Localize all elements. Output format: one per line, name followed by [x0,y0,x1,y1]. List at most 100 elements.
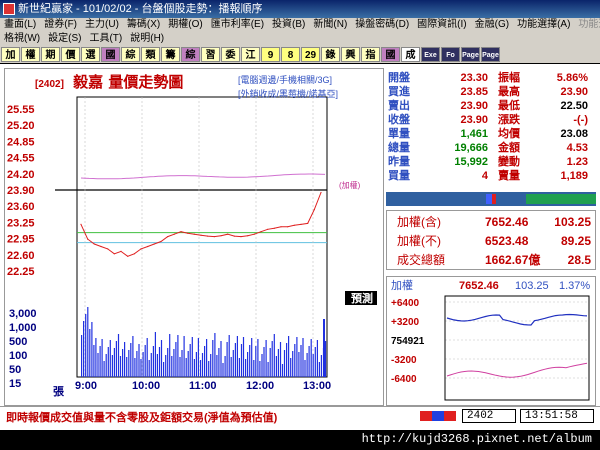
mini-index-chart-panel: 加權 7652.46 103.25 1.37% +6400 +3200 754921… [386,276,596,406]
toolbar-button[interactable]: Page [481,47,500,62]
quote-label: 買量 [388,170,410,182]
chart-title: [2402] 毅嘉 量價走勢圖 [35,71,183,92]
menu-item[interactable]: 期權(O) [164,18,206,32]
volume-bar [296,337,298,377]
volume-bar [132,336,134,377]
toolbar-button[interactable]: 錄 [321,47,340,62]
volume-bar [95,338,97,377]
volume-bar [265,340,267,377]
menu-item[interactable]: 投資(B) [268,18,309,32]
price-point [127,255,129,257]
toolbar-button[interactable]: 江 [241,47,260,62]
price-point [287,226,289,228]
stock-code-input[interactable]: 2402 [462,409,516,423]
volume-bar [279,342,282,377]
toolbar-button[interactable]: 權 [21,47,40,62]
menu-item[interactable]: 格視(W) [0,32,44,46]
toolbar-button[interactable]: 綜 [121,47,140,62]
strip-marker-red [492,194,496,204]
toolbar-button[interactable]: 綜 [181,47,200,62]
menu-item[interactable]: 工具(T) [85,32,126,46]
price-point [273,227,275,229]
volume-bar [171,356,173,377]
menu-item[interactable]: 新聞(N) [309,18,351,32]
toolbar-button[interactable]: 9 [261,47,280,62]
menu-item[interactable]: 籌碼(X) [123,18,164,32]
quote-label: 收盤 [388,114,410,126]
volume-bar [126,357,128,377]
volume-bar [83,321,85,377]
chart-title-text: 毅嘉 量價走勢圖 [73,73,184,91]
toolbar-button[interactable]: 選 [81,47,100,62]
toolbar-button[interactable]: Fo [441,47,460,62]
price-point [80,223,82,225]
quote-row: 開盤 23.30 振幅 5.86% [386,72,596,85]
index-label: 成交總額 [397,253,446,267]
volume-bar [259,361,261,377]
volume-bar [286,343,288,377]
mini-index-pct: 1.37% [559,280,591,292]
quote-label: 開盤 [388,72,410,84]
quote-label: 賣出 [388,100,410,112]
category-link-1[interactable]: [電腦週邊/手機相關/3G] [238,73,332,86]
toolbar-button[interactable]: Exe [421,47,440,62]
toolbar-button[interactable]: Page [461,47,480,62]
volume-bar [105,354,107,377]
plot-frame [76,96,328,378]
toolbar-button[interactable]: 委 [221,47,240,62]
toolbar-button[interactable]: 29 [301,47,320,62]
category-link-2[interactable]: [外銷收成/黑莓機/諾基亞] [238,87,338,100]
menu-item[interactable]: 匯市利率(E) [207,18,268,32]
toolbar-button[interactable]: 8 [281,47,300,62]
menu-item[interactable]: 操盤密碼(D) [351,18,413,32]
menu-item[interactable]: 功能選擇(B) [574,18,600,32]
menu-item[interactable]: 功能選擇(A) [513,18,574,32]
volume-bar [298,352,300,377]
mini-tick-label: 754921 [391,336,425,347]
volume-bar [251,338,253,377]
toolbar-button[interactable]: 興 [341,47,360,62]
toolbar-button[interactable]: 價 [61,47,80,62]
toolbar-button[interactable]: 習 [201,47,220,62]
menu-item[interactable]: 金融(G) [471,18,513,32]
volume-bar [101,339,103,377]
volume-bar [177,335,179,377]
quote-row: 賣出 23.90 最低 22.50 [386,100,596,113]
quote-row: 買量 4 賣量 1,189 [386,170,596,183]
volume-bar [230,357,232,377]
quote-row: 單量 1,461 均價 23.08 [386,128,596,141]
menu-item[interactable]: 說明(H) [126,32,168,46]
quote-label: 變動 [498,156,520,168]
price-tick-label: 25.20 [7,120,35,132]
volume-bar [234,343,236,377]
volume-bar [175,342,177,377]
menu-item[interactable]: 國際資訊(I) [413,18,470,32]
quote-value: 4 [481,170,488,182]
menu-item[interactable]: 主力(U) [81,18,123,32]
toolbar-button[interactable]: 期 [41,47,60,62]
menu-item[interactable]: 證券(F) [40,18,81,32]
toolbar-button[interactable]: 籌 [161,47,180,62]
toolbar-button[interactable]: 成 [401,47,420,62]
volume-bar [212,340,214,377]
toolbar-button[interactable]: 國 [381,47,400,62]
toolbar-button[interactable]: 指 [361,47,380,62]
price-tick-label: 24.85 [7,136,35,148]
menu-bar-row1: 畫面(L) 證券(F) 主力(U) 籌碼(X) 期權(O) 匯市利率(E) 投資(B) 新聞(… [0,18,600,32]
volume-bar [189,344,191,377]
volume-bar [306,353,308,377]
menu-item[interactable]: 畫面(L) [0,18,40,32]
index-value: 1662.67億 [485,253,541,267]
quote-value: 23.90 [460,100,488,112]
volume-bar [156,354,158,377]
volume-bar [158,347,161,377]
volume-bar [249,345,251,377]
quote-label: 振幅 [498,72,520,84]
volume-bar [201,353,204,377]
time-tick-label: 9:00 [75,380,97,392]
toolbar-button[interactable]: 加 [1,47,20,62]
volume-bar [111,355,113,377]
menu-item[interactable]: 設定(S) [44,32,85,46]
toolbar-button[interactable]: 類 [141,47,160,62]
toolbar-button[interactable]: 國 [101,47,120,62]
